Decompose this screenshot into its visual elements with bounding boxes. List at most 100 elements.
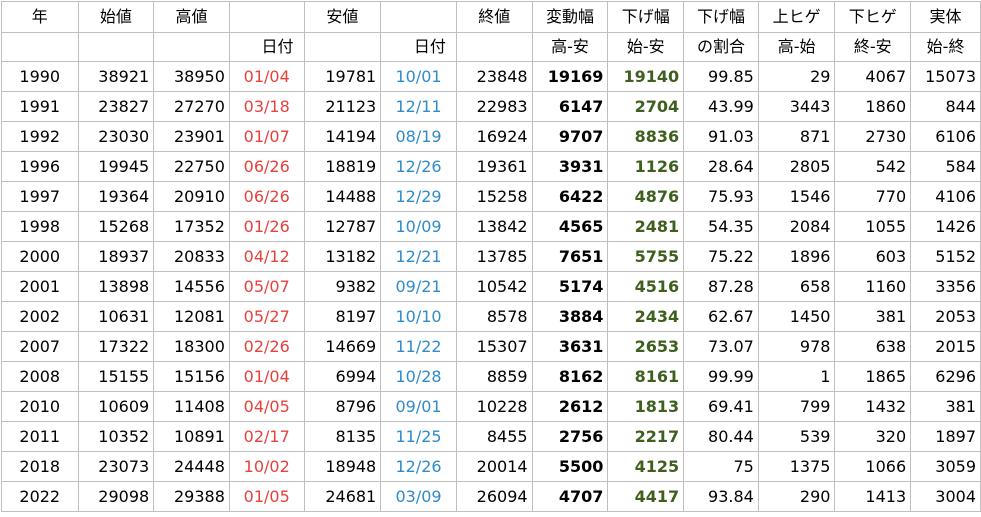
year-cell[interactable]: 2022 [1,481,79,512]
open-cell[interactable]: 10609 [77,391,155,422]
header-cell[interactable]: 実体 [910,1,981,33]
upper-shadow-cell[interactable]: 539 [757,421,836,452]
high-date-cell[interactable]: 03/18 [228,91,305,122]
high-cell[interactable]: 14556 [153,271,230,302]
upper-shadow-cell[interactable]: 1 [757,361,836,392]
high-cell[interactable]: 10891 [153,421,230,452]
header-cell[interactable]: 下ヒゲ [834,1,912,33]
header-cell[interactable]: 始-終 [910,32,981,62]
high-cell[interactable]: 27270 [153,91,230,122]
close-cell[interactable]: 15307 [455,331,533,362]
range-cell[interactable]: 4565 [531,211,609,242]
drop-ratio-cell[interactable]: 75 [683,451,759,482]
high-date-cell[interactable]: 04/12 [228,241,305,272]
header-cell[interactable] [77,32,155,62]
low-cell[interactable]: 14194 [303,121,382,152]
drop-cell[interactable]: 4876 [607,181,685,212]
drop-ratio-cell[interactable]: 99.85 [683,61,759,92]
range-cell[interactable]: 19169 [531,61,609,92]
range-cell[interactable]: 6147 [531,91,609,122]
close-cell[interactable]: 19361 [455,151,533,182]
year-cell[interactable]: 2002 [1,301,79,332]
range-cell[interactable]: 2756 [531,421,609,452]
low-cell[interactable]: 18819 [303,151,382,182]
lower-shadow-cell[interactable]: 381 [834,301,912,332]
drop-ratio-cell[interactable]: 43.99 [683,91,759,122]
lower-shadow-cell[interactable]: 542 [834,151,912,182]
body-cell[interactable]: 2053 [910,301,981,332]
drop-cell[interactable]: 2434 [607,301,685,332]
drop-cell[interactable]: 1126 [607,151,685,182]
body-cell[interactable]: 3059 [910,451,981,482]
year-cell[interactable]: 2008 [1,361,79,392]
low-date-cell[interactable]: 12/11 [380,91,457,122]
upper-shadow-cell[interactable]: 1375 [757,451,836,482]
low-cell[interactable]: 14669 [303,331,382,362]
drop-ratio-cell[interactable]: 91.03 [683,121,759,152]
header-cell[interactable] [380,1,457,33]
year-cell[interactable]: 2011 [1,421,79,452]
high-date-cell[interactable]: 10/02 [228,451,305,482]
range-cell[interactable]: 7651 [531,241,609,272]
drop-ratio-cell[interactable]: 80.44 [683,421,759,452]
header-cell[interactable]: 変動幅 [531,1,609,33]
year-cell[interactable]: 1996 [1,151,79,182]
lower-shadow-cell[interactable]: 1413 [834,481,912,512]
low-cell[interactable]: 19781 [303,61,382,92]
low-date-cell[interactable]: 08/19 [380,121,457,152]
range-cell[interactable]: 5500 [531,451,609,482]
header-cell[interactable]: 安値 [303,1,382,33]
upper-shadow-cell[interactable]: 1450 [757,301,836,332]
header-cell[interactable]: 日付 [380,32,457,62]
high-date-cell[interactable]: 05/27 [228,301,305,332]
low-date-cell[interactable]: 12/26 [380,151,457,182]
drop-ratio-cell[interactable]: 75.22 [683,241,759,272]
open-cell[interactable]: 17322 [77,331,155,362]
open-cell[interactable]: 18937 [77,241,155,272]
lower-shadow-cell[interactable]: 320 [834,421,912,452]
upper-shadow-cell[interactable]: 2084 [757,211,836,242]
body-cell[interactable]: 4106 [910,181,981,212]
open-cell[interactable]: 29098 [77,481,155,512]
drop-cell[interactable]: 1813 [607,391,685,422]
header-cell[interactable] [1,32,79,62]
header-cell[interactable]: 始-安 [607,32,685,62]
high-cell[interactable]: 20833 [153,241,230,272]
lower-shadow-cell[interactable]: 1160 [834,271,912,302]
upper-shadow-cell[interactable]: 1546 [757,181,836,212]
high-cell[interactable]: 22750 [153,151,230,182]
drop-cell[interactable]: 19140 [607,61,685,92]
drop-ratio-cell[interactable]: 75.93 [683,181,759,212]
low-date-cell[interactable]: 10/28 [380,361,457,392]
drop-cell[interactable]: 8836 [607,121,685,152]
body-cell[interactable]: 6106 [910,121,981,152]
low-date-cell[interactable]: 12/29 [380,181,457,212]
low-date-cell[interactable]: 10/01 [380,61,457,92]
drop-cell[interactable]: 4417 [607,481,685,512]
low-date-cell[interactable]: 09/21 [380,271,457,302]
high-cell[interactable]: 12081 [153,301,230,332]
high-cell[interactable]: 23901 [153,121,230,152]
upper-shadow-cell[interactable]: 1896 [757,241,836,272]
drop-cell[interactable]: 4516 [607,271,685,302]
lower-shadow-cell[interactable]: 1066 [834,451,912,482]
year-cell[interactable]: 2007 [1,331,79,362]
high-cell[interactable]: 18300 [153,331,230,362]
year-cell[interactable]: 1992 [1,121,79,152]
high-date-cell[interactable]: 01/05 [228,481,305,512]
range-cell[interactable]: 8162 [531,361,609,392]
lower-shadow-cell[interactable]: 770 [834,181,912,212]
year-cell[interactable]: 1997 [1,181,79,212]
header-cell[interactable]: 終値 [455,1,533,33]
low-cell[interactable]: 8135 [303,421,382,452]
high-cell[interactable]: 15156 [153,361,230,392]
low-date-cell[interactable]: 03/09 [380,481,457,512]
body-cell[interactable]: 381 [910,391,981,422]
high-date-cell[interactable]: 02/26 [228,331,305,362]
lower-shadow-cell[interactable]: 638 [834,331,912,362]
low-cell[interactable]: 9382 [303,271,382,302]
low-date-cell[interactable]: 11/22 [380,331,457,362]
upper-shadow-cell[interactable]: 3443 [757,91,836,122]
drop-cell[interactable]: 2653 [607,331,685,362]
drop-cell[interactable]: 2481 [607,211,685,242]
